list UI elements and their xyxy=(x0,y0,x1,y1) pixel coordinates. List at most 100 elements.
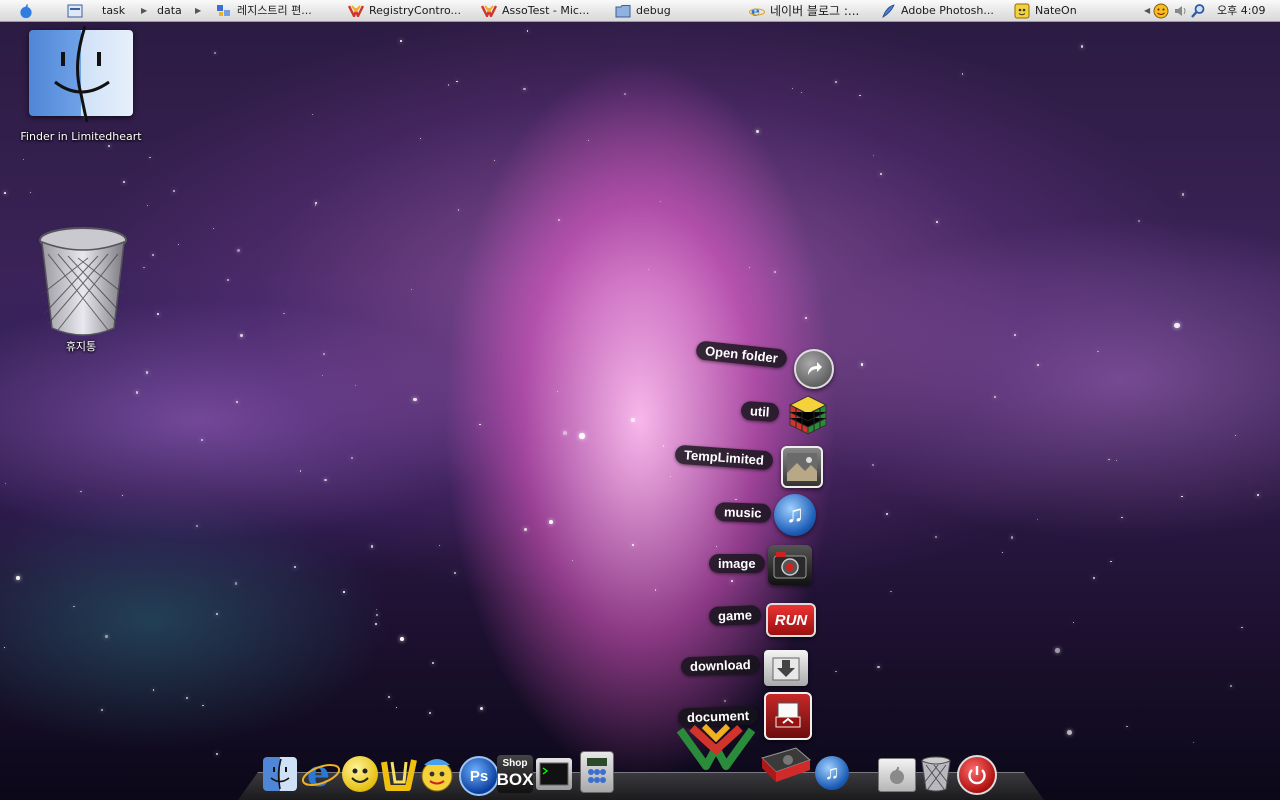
stack-label-music[interactable]: music xyxy=(714,502,771,523)
star xyxy=(562,430,568,436)
star xyxy=(886,512,889,515)
dock-photoshop-icon[interactable]: Ps xyxy=(459,756,499,796)
nateon-icon xyxy=(1014,3,1030,19)
star xyxy=(314,204,317,206)
dock-trash-icon[interactable] xyxy=(920,755,952,793)
menubar-item-naver-blog[interactable]: e 네이버 블로그 :... xyxy=(749,0,860,21)
star xyxy=(411,288,413,290)
star xyxy=(872,154,874,157)
dock-calculator-icon[interactable] xyxy=(580,751,614,793)
star xyxy=(872,464,875,467)
shopbox-top-label: Shop xyxy=(502,758,528,769)
star xyxy=(73,605,75,607)
menubar-item-assotest[interactable]: AssoTest - Mic... xyxy=(481,0,589,21)
stack-label-image[interactable]: image xyxy=(709,554,765,573)
menubar-item-nateon[interactable]: NateOn xyxy=(1014,0,1077,21)
star xyxy=(152,689,155,691)
star xyxy=(1110,560,1113,563)
menubar-clock[interactable]: 오후 4:09 xyxy=(1217,0,1266,21)
star xyxy=(399,39,402,42)
spotlight-search-icon[interactable] xyxy=(1190,0,1206,21)
document-tray-icon[interactable] xyxy=(764,692,812,740)
dock-smiley-icon[interactable] xyxy=(342,756,378,792)
photo-frame-icon[interactable] xyxy=(781,446,823,488)
desktop-icon-finder[interactable]: Finder in Limitedheart xyxy=(12,25,150,143)
tray-emoticon-icon[interactable] xyxy=(1153,0,1169,21)
apple-menu[interactable] xyxy=(18,0,34,21)
star xyxy=(1037,364,1039,366)
menubar-item-label: data xyxy=(157,4,182,17)
menubar-item-label: 네이버 블로그 :... xyxy=(770,4,860,18)
star xyxy=(935,535,938,538)
dock-visual-studio-icon[interactable] xyxy=(676,722,756,772)
stack-label-game[interactable]: game xyxy=(708,605,762,626)
desktop-icon-trash[interactable]: 휴지통 xyxy=(22,224,140,354)
menubar-item-label: RegistryContro... xyxy=(369,4,462,17)
shopbox-bottom-label: BOX xyxy=(496,770,534,789)
star xyxy=(804,317,807,320)
dock-nateon-icon[interactable] xyxy=(418,755,456,793)
menubar-item-registry-editor[interactable]: 레지스트리 편... xyxy=(216,0,312,21)
star xyxy=(730,580,733,583)
camera-icon[interactable] xyxy=(768,545,812,585)
star xyxy=(1055,647,1060,653)
menubar-item-registrycontrol[interactable]: RegistryContro... xyxy=(348,0,462,21)
star xyxy=(1138,219,1141,222)
star xyxy=(834,80,838,83)
star xyxy=(859,94,862,97)
dock-terminal-icon[interactable] xyxy=(536,758,572,790)
open-folder-arrow-icon[interactable] xyxy=(794,349,834,389)
star xyxy=(1037,519,1039,521)
dock-u-app-icon[interactable] xyxy=(378,754,418,794)
star xyxy=(152,253,155,256)
star xyxy=(226,278,229,281)
star xyxy=(149,156,151,158)
star xyxy=(431,662,434,664)
chevron-left-icon[interactable]: ◀ xyxy=(1144,0,1150,21)
star xyxy=(315,201,317,204)
rubiks-cube-icon[interactable] xyxy=(788,394,828,436)
stack-label-download[interactable]: download xyxy=(680,654,760,677)
star xyxy=(146,204,149,207)
dock-shopbox-icon[interactable]: Shop BOX xyxy=(497,755,533,793)
finder-small-icon xyxy=(67,3,83,19)
dock-power-icon[interactable] xyxy=(957,755,997,795)
star xyxy=(1097,350,1099,353)
clock-text: 오후 4:09 xyxy=(1217,4,1266,17)
star xyxy=(756,130,759,133)
star xyxy=(419,137,422,140)
itunes-icon[interactable]: ♫ xyxy=(774,494,816,536)
star xyxy=(108,144,110,147)
volume-icon[interactable] xyxy=(1173,0,1189,21)
star xyxy=(371,545,374,548)
star xyxy=(16,576,20,580)
menubar-item-photoshop[interactable]: Adobe Photosh... xyxy=(880,0,994,21)
star xyxy=(215,613,219,616)
chevron-right-icon: ▶ xyxy=(141,6,148,15)
registry-editor-icon xyxy=(216,3,232,19)
star xyxy=(579,433,585,439)
menubar-item-task[interactable]: task xyxy=(67,0,125,21)
download-box-icon[interactable] xyxy=(764,650,808,686)
menu-bar: task ▶ data ▶ 레지스트리 편... RegistryContro.… xyxy=(0,0,1280,22)
run-label: RUN xyxy=(774,611,808,629)
star xyxy=(311,114,313,116)
star xyxy=(200,438,203,441)
star xyxy=(457,209,459,211)
star xyxy=(526,30,529,32)
star xyxy=(748,266,750,268)
dock-internet-explorer-icon[interactable]: e xyxy=(301,753,341,793)
star xyxy=(343,591,345,593)
dock-hard-drive-icon[interactable] xyxy=(758,744,812,784)
stack-label-util[interactable]: util xyxy=(740,400,780,423)
menubar-item-data[interactable]: data xyxy=(157,0,182,21)
dock-finder-icon[interactable] xyxy=(263,757,297,791)
star xyxy=(993,395,996,398)
menubar-item-debug[interactable]: debug xyxy=(615,0,671,21)
run-icon[interactable]: RUN xyxy=(766,603,816,637)
dock-apple-system-icon[interactable] xyxy=(878,758,916,792)
star xyxy=(1121,516,1123,519)
star xyxy=(662,445,665,447)
star xyxy=(623,92,626,95)
dock-itunes-icon[interactable]: ♫ xyxy=(815,756,849,790)
